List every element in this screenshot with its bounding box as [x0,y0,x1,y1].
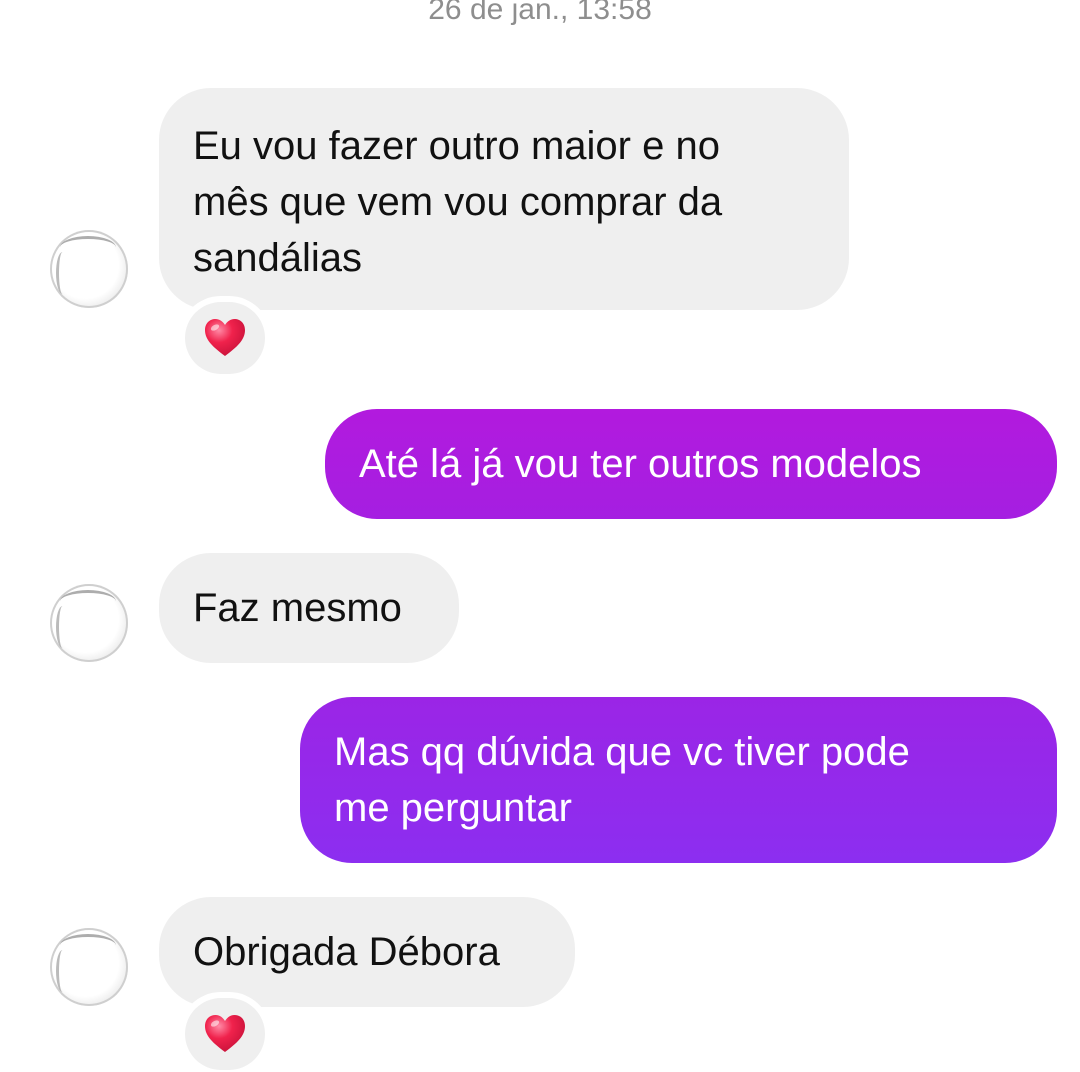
heart-icon [205,319,245,356]
incoming-message-bubble[interactable]: Obrigada Débora [159,897,575,1007]
message-line: Faz mesmo [193,586,402,630]
message-line: mês que vem vou comprar da [193,180,723,224]
reaction-badge[interactable] [185,998,265,1070]
incoming-message-bubble[interactable]: Eu vou fazer outro maior e no mês que ve… [159,88,849,310]
message-line: Eu vou fazer outro maior e no [193,124,720,168]
outgoing-message-bubble[interactable]: Até lá já vou ter outros modelos [325,409,1057,519]
message-line: Até lá já vou ter outros modelos [359,442,922,486]
contact-avatar[interactable] [50,928,128,1006]
heart-icon [205,1015,245,1052]
message-line: Mas qq dúvida que vc tiver pode [334,730,910,774]
chat-thread: 26 de jan., 13:58 Eu vou fazer outro mai… [0,0,1080,1072]
contact-avatar[interactable] [50,230,128,308]
outgoing-message-bubble[interactable]: Mas qq dúvida que vc tiver pode me pergu… [300,697,1057,863]
reaction-badge[interactable] [185,302,265,374]
contact-avatar[interactable] [50,584,128,662]
message-timestamp: 26 de jan., 13:58 [428,0,652,26]
message-line: me perguntar [334,786,572,830]
incoming-message-bubble[interactable]: Faz mesmo [159,553,459,663]
message-line: sandálias [193,236,363,280]
message-line: Obrigada Débora [193,930,500,974]
